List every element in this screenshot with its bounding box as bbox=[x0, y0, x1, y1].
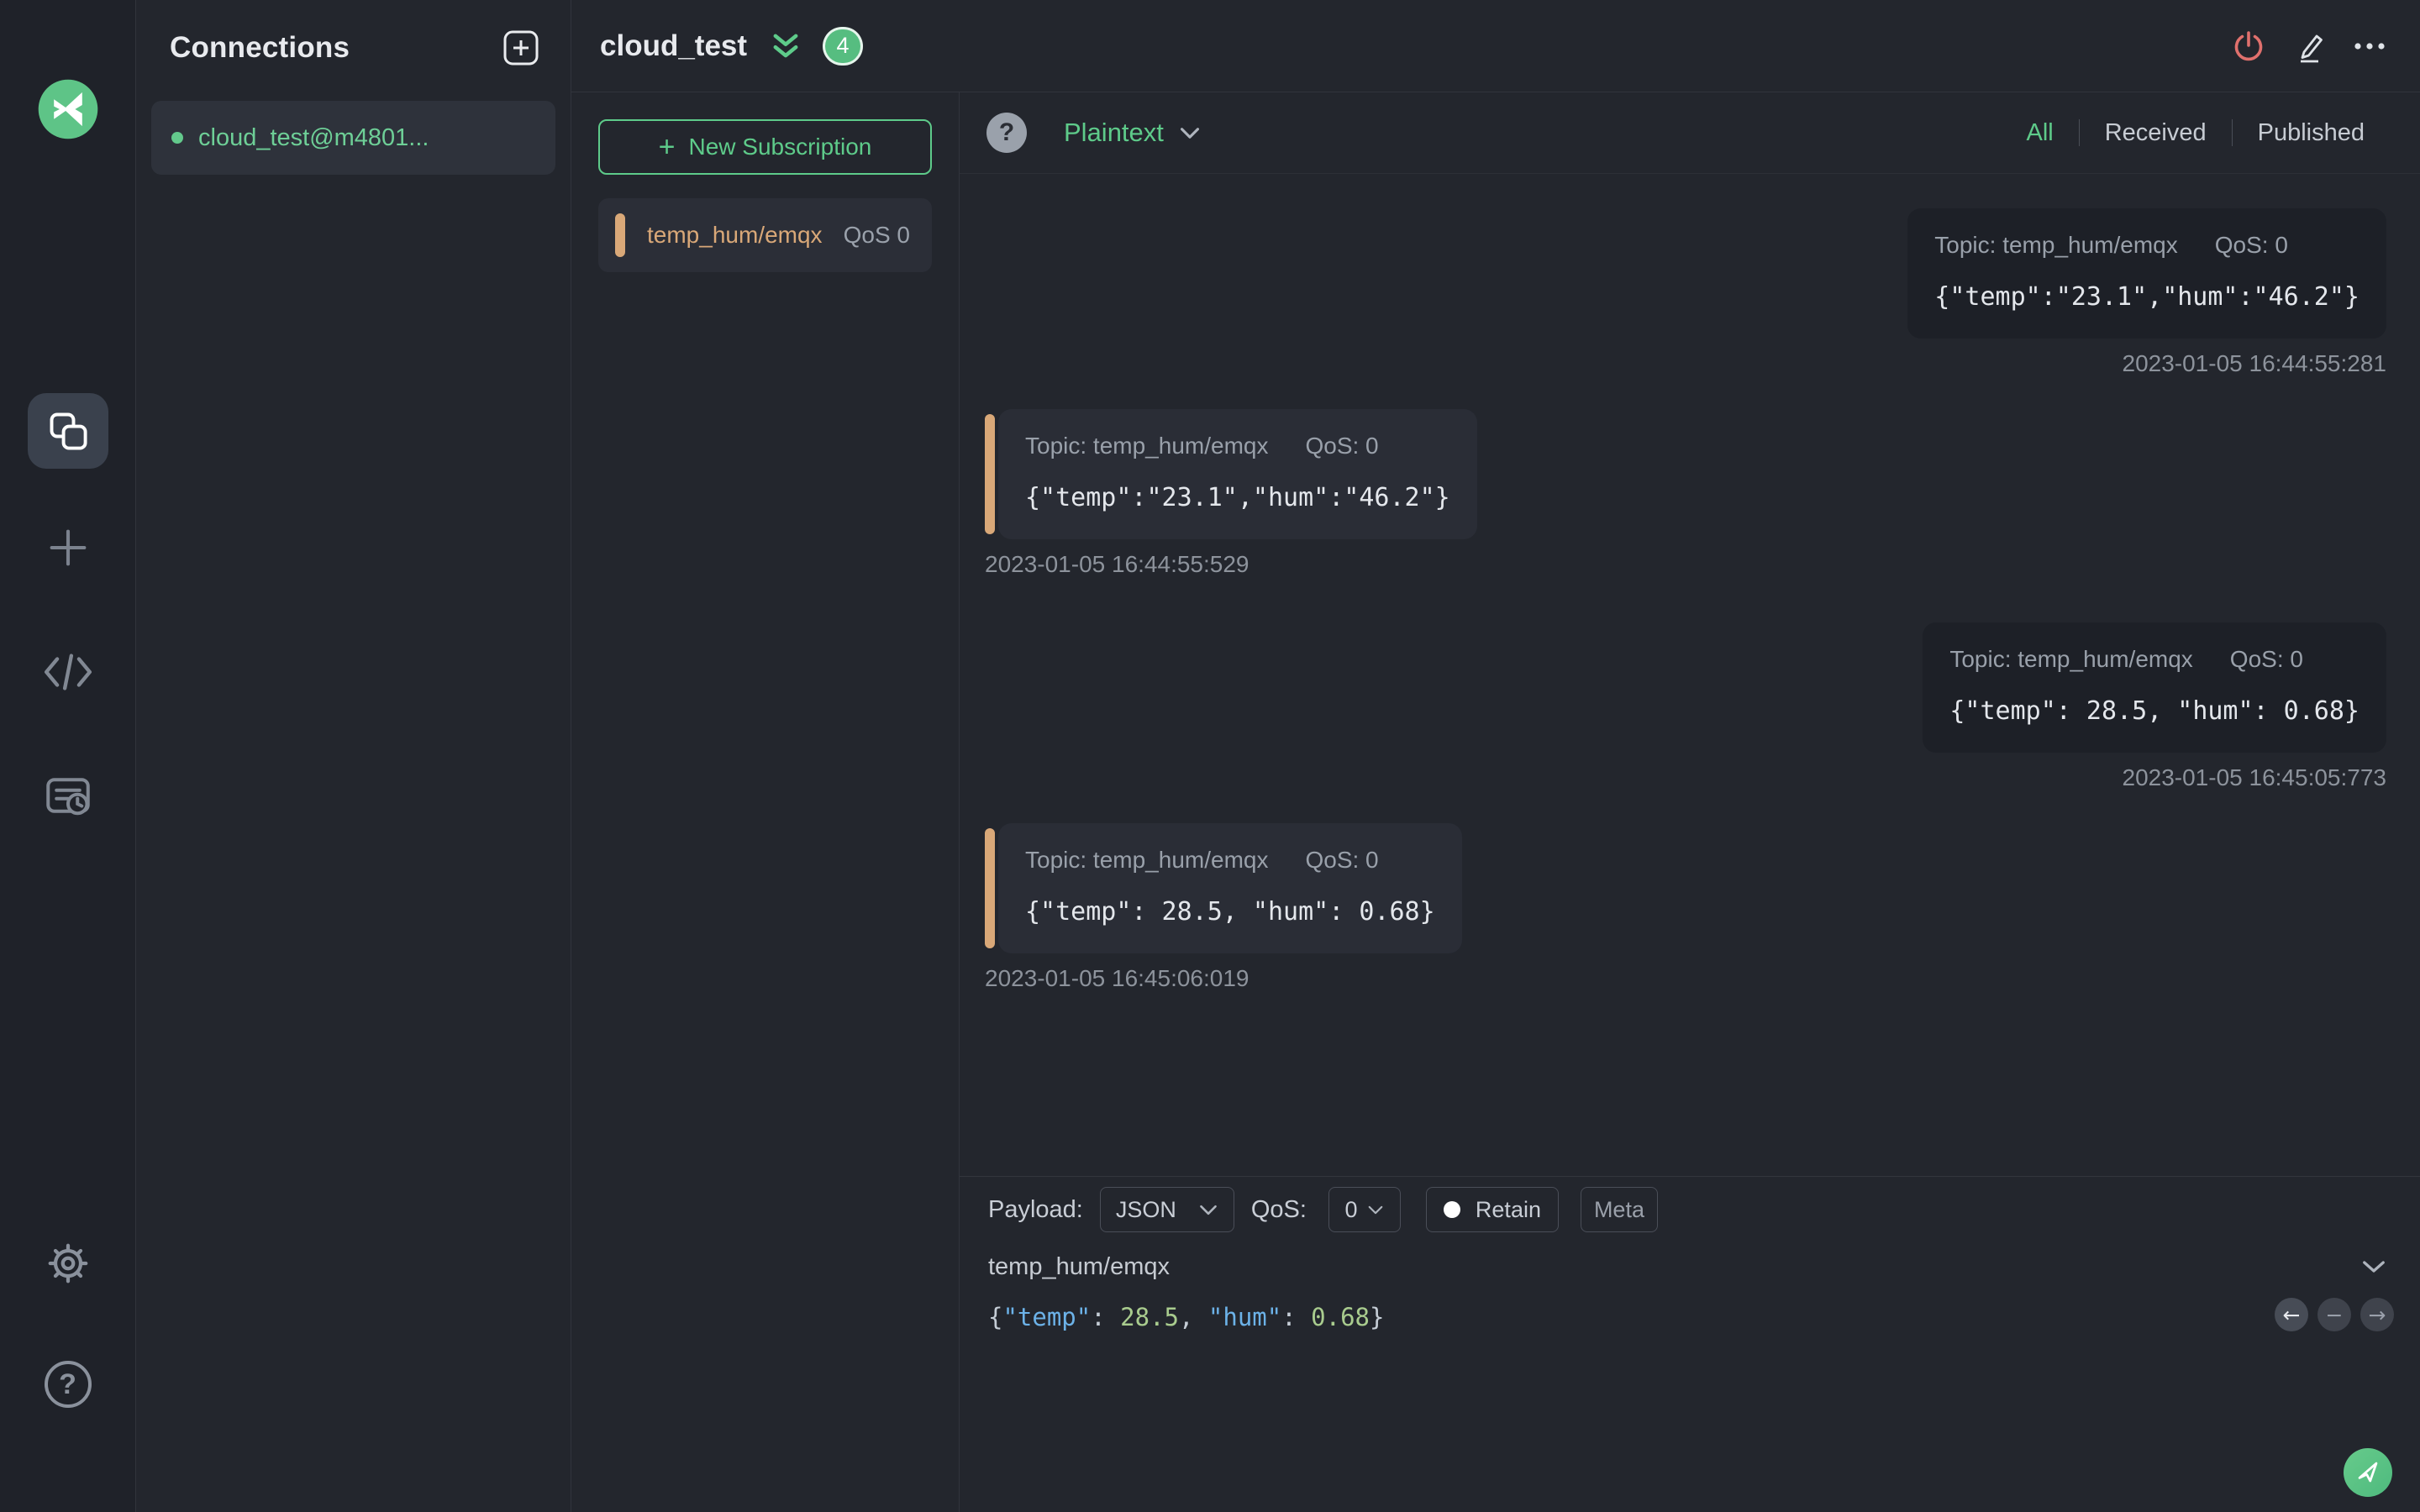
nav-script-button[interactable] bbox=[41, 645, 95, 699]
payload-label: Payload: bbox=[988, 1195, 1083, 1223]
nav-rail: ? bbox=[0, 0, 136, 1512]
connections-icon bbox=[46, 409, 90, 453]
subscriptions-column: + New Subscription temp_hum/emqx QoS 0 bbox=[571, 92, 960, 1512]
message-filter-bar: ? Plaintext All Received Published bbox=[960, 92, 2420, 174]
log-icon bbox=[43, 772, 93, 819]
received-message: Topic: temp_hum/emqx QoS: 0 {"temp":"23.… bbox=[985, 409, 1477, 578]
message-timestamp: 2023-01-05 16:44:55:281 bbox=[2122, 350, 2387, 376]
message-payload: {"temp":"23.1","hum":"46.2"} bbox=[1025, 483, 1450, 512]
history-clear-button[interactable]: − bbox=[2317, 1298, 2351, 1331]
mqttx-logo bbox=[33, 74, 103, 144]
message-qos: QoS: 0 bbox=[2229, 646, 2303, 672]
message-payload: {"temp": 28.5, "hum": 0.68} bbox=[1025, 897, 1435, 927]
message-stream[interactable]: Topic: temp_hum/emqx QoS: 0 {"temp":"23.… bbox=[960, 174, 2420, 1176]
editor-token: "temp" bbox=[1002, 1303, 1092, 1331]
retain-label: Retain bbox=[1475, 1196, 1541, 1222]
message-timestamp: 2023-01-05 16:44:55:529 bbox=[985, 551, 1249, 577]
editor-token: } bbox=[1370, 1303, 1385, 1331]
gear-icon bbox=[43, 1238, 93, 1289]
disconnect-button[interactable] bbox=[2229, 27, 2268, 66]
qos-label: QoS: bbox=[1250, 1195, 1307, 1223]
send-plane-icon bbox=[2351, 1456, 2385, 1489]
retain-toggle[interactable]: Retain bbox=[1425, 1187, 1559, 1232]
editor-token: "hum" bbox=[1207, 1303, 1282, 1331]
published-message: Topic: temp_hum/emqx QoS: 0 {"temp": 28.… bbox=[1923, 622, 2386, 791]
new-subscription-label: New Subscription bbox=[688, 134, 872, 160]
message-topic: Topic: temp_hum/emqx bbox=[1934, 232, 2178, 258]
payload-format-dropdown[interactable]: JSON bbox=[1099, 1187, 1234, 1232]
nav-settings-button[interactable] bbox=[41, 1236, 95, 1290]
message-qos: QoS: 0 bbox=[1305, 847, 1379, 873]
message-direction-tabs: All Received Published bbox=[2001, 119, 2390, 147]
message-topic: Topic: temp_hum/emqx bbox=[1025, 433, 1269, 459]
received-message: Topic: temp_hum/emqx QoS: 0 {"temp": 28.… bbox=[985, 823, 1462, 992]
edit-connection-button[interactable] bbox=[2290, 27, 2328, 66]
meta-button[interactable]: Meta bbox=[1580, 1187, 1658, 1232]
messages-column: ? Plaintext All Received Published Topic… bbox=[960, 92, 2420, 1512]
add-connection-button[interactable] bbox=[503, 30, 539, 66]
code-icon bbox=[42, 650, 94, 694]
connected-status-dot bbox=[171, 132, 183, 144]
payload-format-value: Plaintext bbox=[1064, 118, 1164, 147]
tab-all[interactable]: All bbox=[2001, 119, 2078, 147]
payload-format-help-icon[interactable]: ? bbox=[986, 113, 1027, 153]
editor-token: : bbox=[1281, 1303, 1312, 1331]
message-timestamp: 2023-01-05 16:45:05:773 bbox=[2122, 764, 2387, 790]
plus-icon bbox=[44, 523, 92, 572]
mqttx-app: ? Connections cloud_test@m4801... cloud_… bbox=[0, 0, 2420, 1512]
connection-title: cloud_test bbox=[600, 29, 748, 62]
topic-input[interactable]: temp_hum/emqx bbox=[988, 1253, 2361, 1281]
tab-published[interactable]: Published bbox=[2233, 119, 2390, 147]
connection-item-label: cloud_test@m4801... bbox=[198, 123, 429, 151]
subscription-color-bar bbox=[615, 213, 625, 257]
collapse-chevrons-icon[interactable] bbox=[769, 29, 802, 63]
question-icon: ? bbox=[59, 1368, 76, 1400]
collapse-editor-chevron-icon[interactable] bbox=[2361, 1259, 2386, 1274]
message-topic: Topic: temp_hum/emqx bbox=[1949, 646, 2193, 672]
nav-help-button[interactable]: ? bbox=[44, 1361, 92, 1408]
payload-history-controls: ← − → bbox=[2275, 1298, 2394, 1331]
history-next-button[interactable]: → bbox=[2360, 1298, 2394, 1331]
connection-item-cloud-test[interactable]: cloud_test@m4801... bbox=[151, 101, 555, 175]
message-payload: {"temp":"23.1","hum":"46.2"} bbox=[1934, 282, 2360, 312]
editor-token: , bbox=[1179, 1303, 1208, 1331]
message-qos: QoS: 0 bbox=[2214, 232, 2288, 258]
history-prev-button[interactable]: ← bbox=[2275, 1298, 2308, 1331]
new-subscription-button[interactable]: + New Subscription bbox=[598, 119, 932, 175]
subscription-item[interactable]: temp_hum/emqx QoS 0 bbox=[598, 198, 932, 272]
message-qos: QoS: 0 bbox=[1305, 433, 1379, 459]
subscription-qos: QoS 0 bbox=[843, 222, 910, 248]
connections-panel-title: Connections bbox=[170, 31, 350, 64]
payload-format-value: JSON bbox=[1115, 1196, 1176, 1222]
plus-icon: + bbox=[658, 131, 676, 163]
subscription-color-bar bbox=[985, 414, 995, 534]
chevron-down-icon bbox=[1179, 126, 1201, 140]
editor-token: 0.68 bbox=[1311, 1303, 1370, 1331]
publish-panel: Payload: JSON QoS: 0 Retain Meta temp_hu… bbox=[960, 1176, 2420, 1512]
message-payload: {"temp": 28.5, "hum": 0.68} bbox=[1949, 696, 2360, 726]
nav-connections-button[interactable] bbox=[27, 393, 108, 469]
connection-header: cloud_test 4 bbox=[571, 0, 2420, 92]
editor-token: : bbox=[1091, 1303, 1121, 1331]
more-options-button[interactable] bbox=[2350, 27, 2389, 66]
nav-new-connection-button[interactable] bbox=[43, 522, 93, 573]
unread-count-badge[interactable]: 4 bbox=[823, 26, 864, 66]
retain-dot-icon bbox=[1443, 1201, 1460, 1218]
payload-format-select[interactable]: Plaintext bbox=[1064, 118, 1201, 148]
message-topic: Topic: temp_hum/emqx bbox=[1025, 847, 1269, 873]
editor-token: 28.5 bbox=[1120, 1303, 1179, 1331]
qos-dropdown[interactable]: 0 bbox=[1328, 1187, 1401, 1232]
subscription-color-bar bbox=[985, 828, 995, 948]
nav-log-button[interactable] bbox=[41, 769, 95, 822]
message-timestamp: 2023-01-05 16:45:06:019 bbox=[985, 965, 1249, 991]
send-button[interactable] bbox=[2344, 1448, 2392, 1497]
editor-token: { bbox=[988, 1303, 1003, 1331]
qos-value: 0 bbox=[1344, 1196, 1358, 1222]
subscription-topic: temp_hum/emqx bbox=[647, 222, 823, 248]
payload-editor[interactable]: {"temp": 28.5, "hum": 0.68} ← − → bbox=[960, 1291, 2420, 1512]
published-message: Topic: temp_hum/emqx QoS: 0 {"temp":"23.… bbox=[1907, 208, 2386, 377]
connections-panel: Connections cloud_test@m4801... bbox=[136, 0, 571, 1512]
tab-received[interactable]: Received bbox=[2080, 119, 2232, 147]
main-area: cloud_test 4 + New Subscription temp_hum… bbox=[571, 0, 2420, 1512]
